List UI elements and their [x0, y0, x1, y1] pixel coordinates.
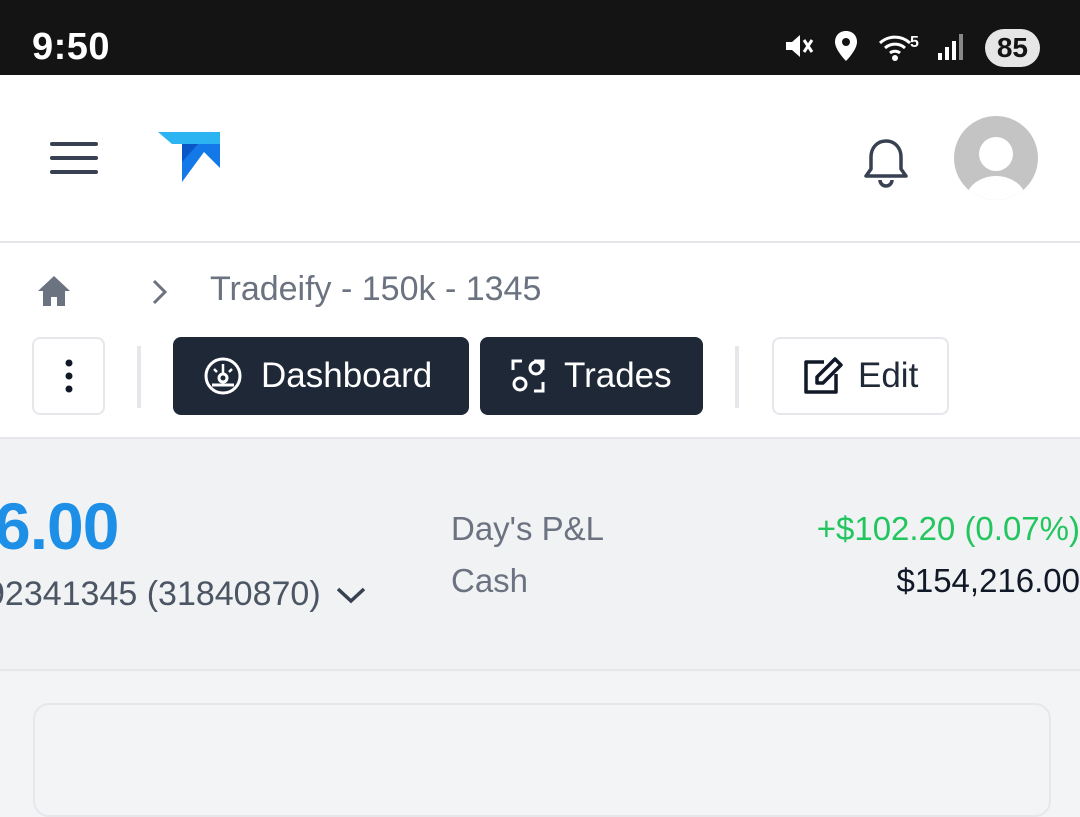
trades-icon — [511, 359, 545, 393]
breadcrumb-current: Tradeify - 150k - 1345 — [210, 270, 542, 308]
toolbar-divider — [137, 346, 141, 408]
signal-icon — [937, 31, 967, 66]
cash-value: $154,216.00 — [896, 562, 1080, 599]
status-icons: 5 85 — [782, 28, 1040, 68]
wifi-icon: 5 — [878, 34, 919, 62]
days-pnl-value: +$102.20 (0.07%) — [816, 510, 1080, 547]
content-card — [33, 703, 1051, 817]
bell-icon[interactable] — [862, 135, 910, 196]
trades-button[interactable]: Trades — [480, 337, 703, 415]
user-avatar[interactable] — [954, 116, 1038, 205]
edit-button-label: Edit — [858, 356, 919, 395]
battery-indicator: 85 — [984, 29, 1040, 67]
days-pnl-label: Day's P&L — [451, 510, 605, 547]
location-icon — [832, 29, 860, 68]
chevron-down-icon — [336, 587, 365, 603]
edit-icon — [804, 357, 843, 394]
cash-label: Cash — [451, 562, 529, 599]
trades-button-label: Trades — [564, 356, 672, 395]
network-type-label: 5 — [909, 34, 919, 51]
home-icon[interactable] — [36, 274, 72, 313]
brand-logo[interactable] — [158, 132, 220, 187]
account-selector[interactable]: 92341345 (31840870) — [0, 575, 367, 614]
status-bar: 9:50 5 85 — [0, 0, 1080, 75]
hamburger-menu-icon[interactable] — [50, 140, 98, 181]
account-balance: 6.00 — [0, 489, 119, 563]
app-header — [0, 75, 1080, 243]
more-options-button[interactable] — [32, 337, 105, 415]
gauge-icon — [204, 357, 242, 395]
mute-icon — [782, 30, 814, 67]
chevron-right-icon — [150, 278, 170, 311]
status-time: 9:50 — [32, 26, 111, 68]
account-id: 92341345 (31840870) — [0, 575, 321, 613]
account-summary — [0, 439, 1080, 671]
kebab-menu-icon — [65, 359, 72, 393]
dashboard-button[interactable]: Dashboard — [173, 337, 469, 415]
toolbar-divider-2 — [735, 346, 739, 408]
dashboard-button-label: Dashboard — [261, 356, 433, 395]
edit-button[interactable]: Edit — [772, 337, 949, 415]
